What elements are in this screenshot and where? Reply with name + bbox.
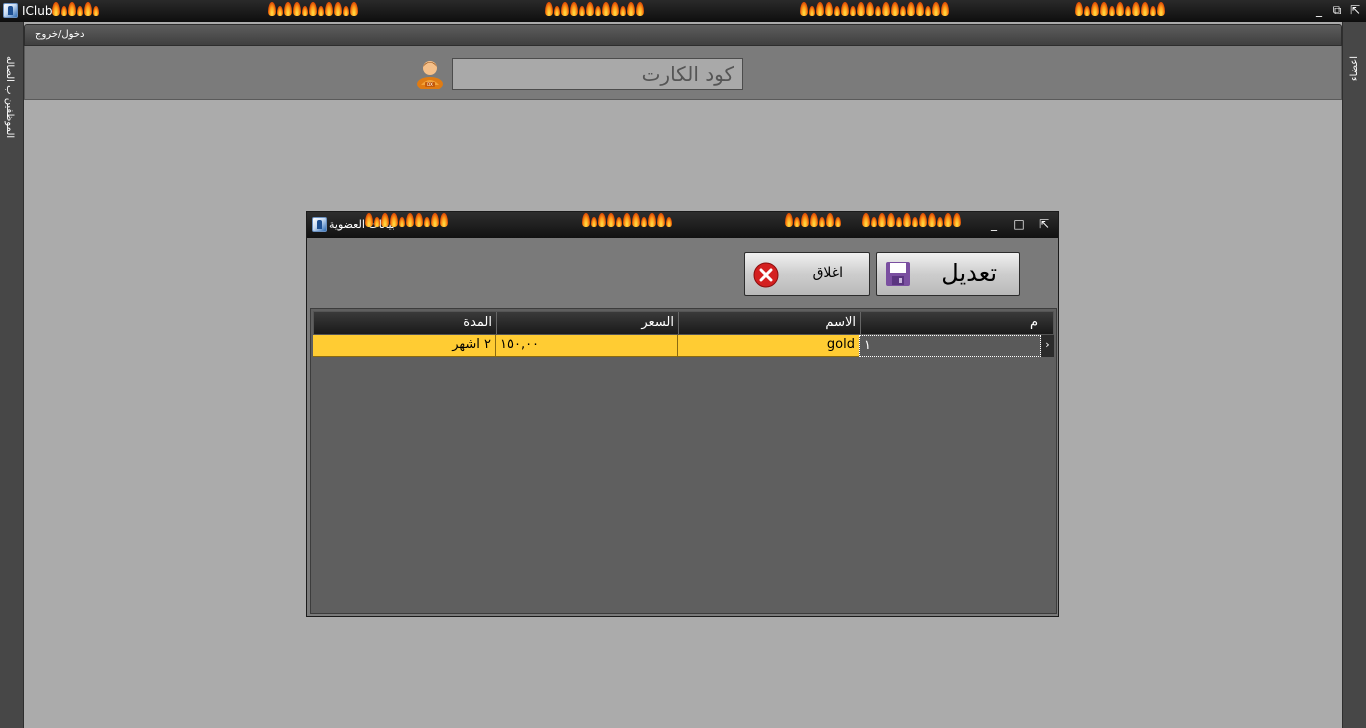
cell-duration[interactable]: ٢ اشهر <box>313 335 495 357</box>
table-row[interactable]: ٢ اشهر ١٥٠,٠٠ gold ١ › <box>313 335 1054 357</box>
app-title: IClub <box>22 4 53 18</box>
close-icon <box>753 262 779 288</box>
dialog-titlebar: بيانات العضوية _ □ ⇱ <box>307 212 1058 238</box>
row-indicator-icon: › <box>1041 335 1054 357</box>
flames-decoration <box>1075 2 1165 16</box>
column-header-num[interactable]: م <box>860 312 1042 334</box>
app-titlebar: IClub _ ⧉ ⇱ <box>0 0 1366 22</box>
user-icon: DX <box>417 61 443 89</box>
app-icon <box>3 3 18 18</box>
cell-num[interactable]: ١ <box>859 335 1041 357</box>
flames-decoration <box>800 2 949 16</box>
save-icon <box>886 262 910 286</box>
dialog-maximize-button[interactable]: □ <box>1012 217 1026 231</box>
fullscreen-button[interactable]: ⇱ <box>1348 3 1362 17</box>
dialog-fullscreen-button[interactable]: ⇱ <box>1037 217 1051 231</box>
dialog-minimize-button[interactable]: _ <box>987 217 1001 231</box>
left-side-panel[interactable]: الموظفين ب الصاله <box>0 22 24 728</box>
cell-price[interactable]: ١٥٠,٠٠ <box>495 335 677 357</box>
flames-decoration <box>268 2 358 16</box>
svg-text:DX: DX <box>427 82 433 87</box>
close-button[interactable]: اغلاق <box>744 252 870 296</box>
edit-button[interactable]: تعديل <box>876 252 1020 296</box>
dialog-toolbar: تعديل اغلاق <box>309 238 1056 318</box>
menu-bar: دخول/خروج <box>24 24 1342 46</box>
card-code-input[interactable] <box>452 58 743 90</box>
column-header-price[interactable]: السعر <box>496 312 678 334</box>
flames-decoration <box>545 2 644 16</box>
membership-grid[interactable]: المدة السعر الاسم م ٢ اشهر ١٥٠,٠٠ gold ١… <box>310 308 1057 614</box>
menu-item-login-logout[interactable]: دخول/خروج <box>35 29 84 40</box>
column-header-duration[interactable]: المدة <box>314 312 496 334</box>
left-panel-label[interactable]: الموظفين ب الصاله <box>4 56 15 138</box>
flames-decoration <box>582 213 672 227</box>
search-panel: DX <box>24 46 1342 100</box>
close-button-label: اغلاق <box>812 265 843 281</box>
flames-decoration <box>785 213 841 227</box>
flames-decoration <box>365 213 448 227</box>
edit-button-label: تعديل <box>941 259 997 287</box>
flames-decoration <box>52 2 99 16</box>
dialog-app-icon <box>312 217 327 232</box>
flames-decoration <box>862 213 961 227</box>
restore-button[interactable]: ⧉ <box>1330 3 1344 17</box>
right-side-panel[interactable]: اعضاء <box>1342 22 1366 728</box>
cell-name[interactable]: gold <box>677 335 859 357</box>
minimize-button[interactable]: _ <box>1312 3 1326 17</box>
grid-header: المدة السعر الاسم م <box>313 311 1054 335</box>
right-panel-label[interactable]: اعضاء <box>1349 56 1360 81</box>
column-header-name[interactable]: الاسم <box>678 312 860 334</box>
membership-dialog: بيانات العضوية _ □ ⇱ تعديل اغلاق المدة ا… <box>306 211 1059 617</box>
